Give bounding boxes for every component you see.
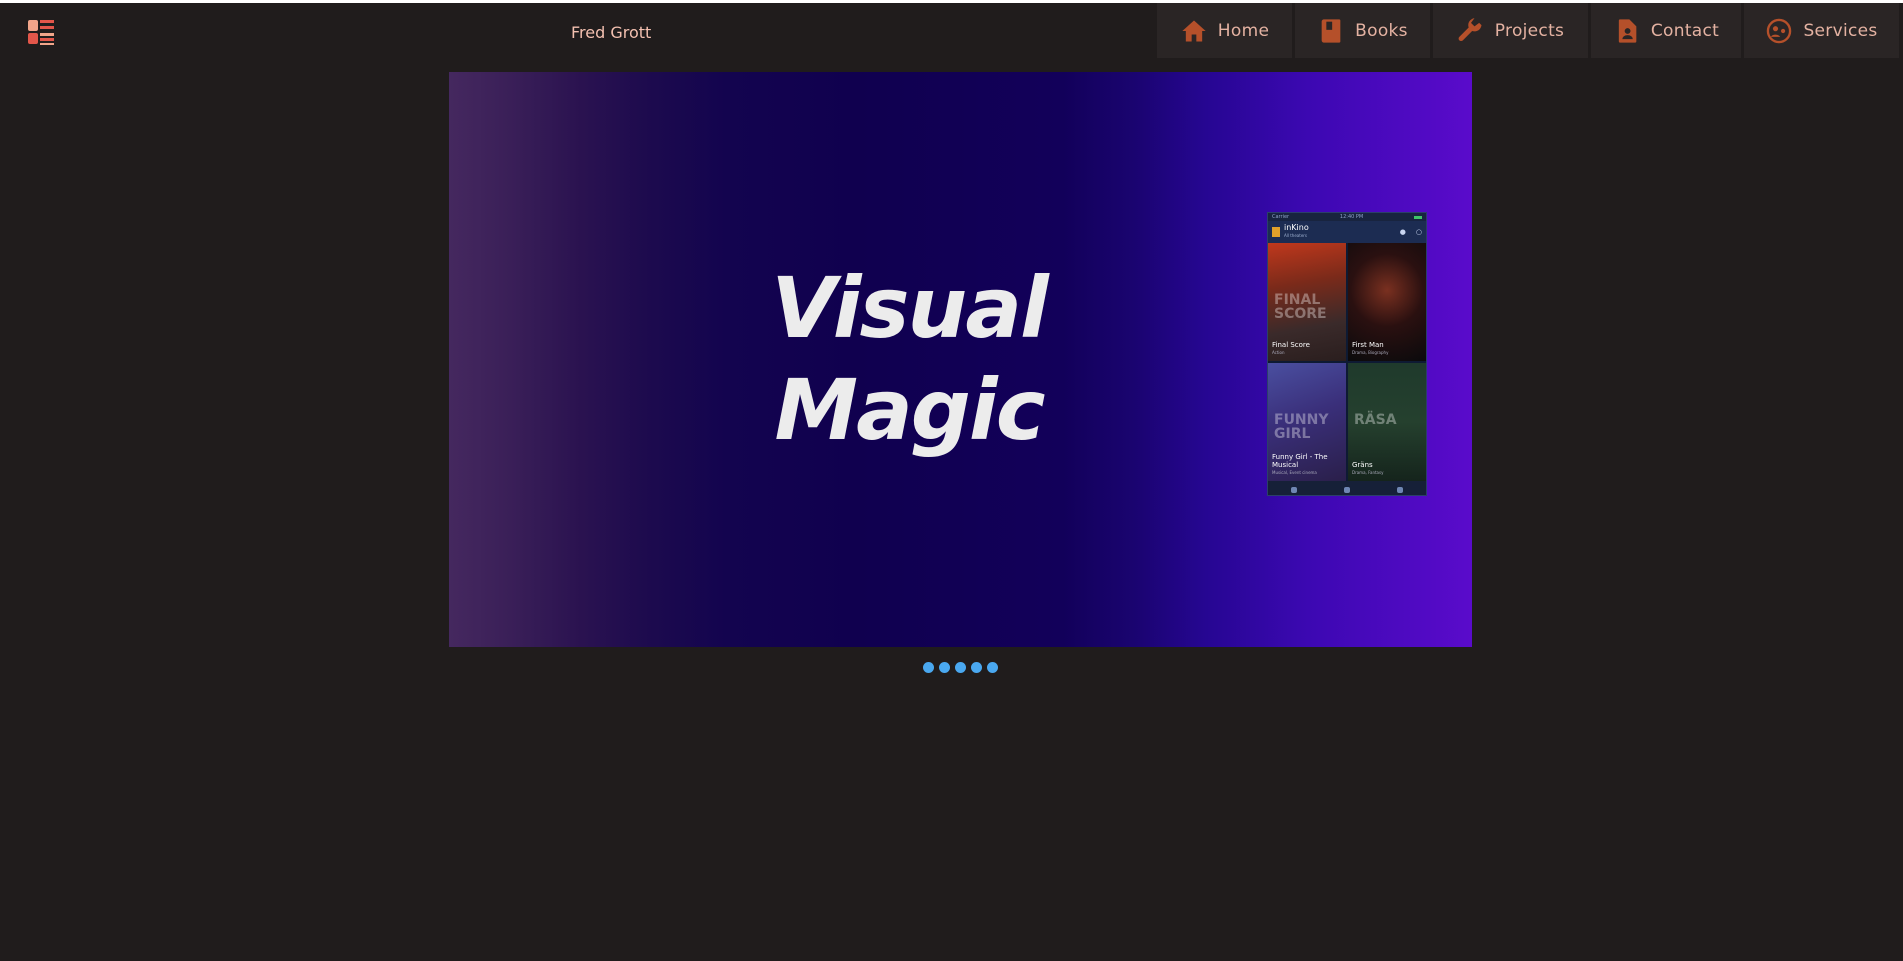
phone-status-bar: Carrier 12:40 PM xyxy=(1268,213,1426,221)
carousel-dot[interactable] xyxy=(987,662,998,673)
poster-text: RÄSA xyxy=(1354,412,1397,428)
phone-time: 12:40 PM xyxy=(1339,214,1364,220)
nav-label-contact: Contact xyxy=(1650,20,1720,41)
menu-icon[interactable] xyxy=(26,17,56,47)
carousel-dot[interactable] xyxy=(955,662,966,673)
nav-label-home: Home xyxy=(1217,20,1270,41)
nav-label-books: Books xyxy=(1355,20,1408,41)
movie-title: Funny Girl - The Musical xyxy=(1272,453,1328,469)
movie-title: Gräns xyxy=(1352,461,1373,469)
movie-tile: First Man Drama, Biography xyxy=(1348,243,1426,361)
movie-tile: RÄSA Gräns Drama, Fantasy xyxy=(1348,363,1426,481)
carousel-dot[interactable] xyxy=(939,662,950,673)
movie-genre: Action xyxy=(1272,350,1285,355)
slide-title-line1: Visual xyxy=(771,259,1049,357)
poster-text: FUNNY GIRL xyxy=(1274,412,1329,442)
tab-upcoming-icon xyxy=(1343,487,1350,493)
book-icon xyxy=(1317,17,1345,45)
main-nav: Home Books Projects Contact Services xyxy=(1157,3,1899,58)
carousel-dot[interactable] xyxy=(923,662,934,673)
movie-genre: Drama, Fantasy xyxy=(1352,470,1384,475)
nav-label-services: Services xyxy=(1803,20,1878,41)
carousel-indicators xyxy=(923,662,998,673)
phone-app-sub: All theaters xyxy=(1284,233,1308,238)
movie-title: First Man xyxy=(1352,341,1384,349)
movie-title: Final Score xyxy=(1272,341,1310,349)
slide-title-line2: Magic xyxy=(774,361,1046,459)
phone-mockup: Carrier 12:40 PM inKino All theaters ● ○… xyxy=(1267,212,1427,496)
hero-carousel[interactable]: Visual Magic Carrier 12:40 PM inKino All… xyxy=(449,72,1472,647)
slide-title: Visual Magic xyxy=(749,257,1069,461)
movie-grid: FINAL SCORE Final Score Action First Man D… xyxy=(1268,243,1426,481)
nav-label-projects: Projects xyxy=(1494,20,1565,41)
services-icon xyxy=(1765,17,1793,45)
phone-app-name: inKino xyxy=(1284,223,1309,232)
movie-tile: FINAL SCORE Final Score Action xyxy=(1268,243,1346,361)
tab-showtimes-icon xyxy=(1396,487,1403,493)
contact-icon xyxy=(1613,17,1641,45)
movie-genre: Musical, Event cinema xyxy=(1272,470,1317,475)
location-pin-icon: ● xyxy=(1399,228,1406,236)
wrench-icon xyxy=(1457,17,1485,45)
nav-item-contact[interactable]: Contact xyxy=(1591,3,1741,58)
nav-item-projects[interactable]: Projects xyxy=(1433,3,1588,58)
phone-tab-bar xyxy=(1268,481,1426,495)
movie-tile: FUNNY GIRL Funny Girl - The Musical Music… xyxy=(1268,363,1346,481)
battery-icon xyxy=(1414,215,1422,219)
phone-carrier: Carrier xyxy=(1272,214,1290,220)
carousel-dot[interactable] xyxy=(971,662,982,673)
nav-item-home[interactable]: Home xyxy=(1157,3,1292,58)
home-icon xyxy=(1180,17,1208,45)
phone-app-bar: inKino All theaters ● ○ xyxy=(1268,221,1426,243)
poster-text: FINAL SCORE xyxy=(1274,292,1327,322)
app-logo-icon xyxy=(1272,227,1280,237)
tab-now-icon xyxy=(1291,487,1298,493)
search-icon: ○ xyxy=(1415,228,1422,236)
site-title[interactable]: Fred Grott xyxy=(571,23,651,42)
nav-item-books[interactable]: Books xyxy=(1295,3,1430,58)
movie-genre: Drama, Biography xyxy=(1352,350,1389,355)
nav-item-services[interactable]: Services xyxy=(1744,3,1899,58)
phone-app-title: inKino All theaters xyxy=(1284,224,1309,240)
